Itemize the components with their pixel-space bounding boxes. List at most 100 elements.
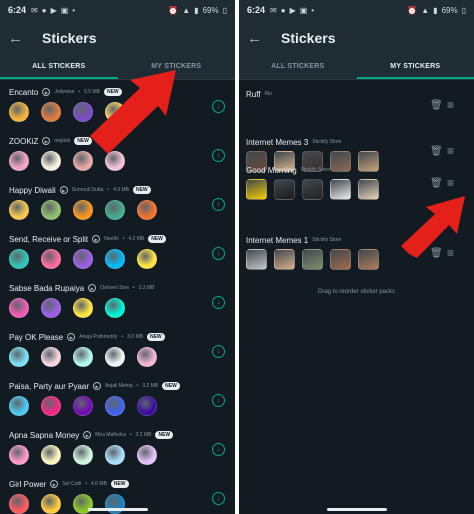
- sticker-thumbnail: [41, 102, 61, 122]
- sticker-preview-row: [9, 396, 229, 416]
- sticker-thumbnail: [9, 445, 29, 465]
- sticker-pack-header: Ruff Rio: [246, 88, 466, 100]
- meta-separator: •: [122, 236, 125, 242]
- sticker-pack-size: 3.2 MB: [142, 383, 159, 389]
- delete-icon[interactable]: 🗑: [430, 146, 443, 158]
- meta-separator: •: [136, 383, 139, 389]
- new-badge: NEW: [148, 235, 166, 243]
- sticker-thumbnail: [105, 298, 125, 318]
- drag-handle-icon[interactable]: ≡: [447, 99, 459, 111]
- meta-separator: •: [132, 285, 135, 291]
- sticker-thumbnail: [73, 445, 93, 465]
- animated-pack-icon: ▶: [83, 431, 92, 439]
- download-icon[interactable]: ↓: [212, 443, 225, 456]
- sticker-thumbnail: [358, 249, 379, 270]
- sticker-pack-name: Encanto: [9, 87, 39, 97]
- sticker-pack-author: Surnouli Dutta: [71, 187, 104, 193]
- sticker-thumbnail: [41, 445, 61, 465]
- drag-handle-icon[interactable]: ≡: [447, 177, 459, 189]
- more-notifications-icon: •: [72, 5, 76, 15]
- chat-icon: ●: [41, 5, 47, 15]
- sticker-thumbnail: [73, 298, 93, 318]
- animated-pack-icon: ▶: [88, 284, 97, 292]
- new-badge: NEW: [162, 382, 180, 390]
- sticker-pack-name: Send, Receive or Split: [9, 234, 89, 244]
- sticker-thumbnail: [9, 249, 29, 269]
- sticker-pack-header: Sabse Bada Rupaiya ▶ Osheen Siva • 3.3 MB: [9, 282, 229, 294]
- system-icons: ⏰ ▲ ▮ 69% ▯: [168, 6, 227, 15]
- annotation-arrow-drag-handle: [401, 196, 465, 258]
- sticker-preview-row: [9, 298, 229, 318]
- sticker-pack-header: Girl Power ▶ Sol Cotti • 4.6 MB NEW: [9, 478, 229, 490]
- sticker-pack-author: Stickify Store: [312, 237, 342, 243]
- drag-handle-icon[interactable]: ≡: [447, 145, 459, 157]
- back-arrow-icon[interactable]: ←: [247, 30, 269, 47]
- new-badge: NEW: [132, 186, 151, 194]
- new-badge: NEW: [110, 480, 129, 488]
- sticker-pack-size: 4.9 MB: [113, 187, 129, 193]
- battery-percent: 69%: [202, 5, 219, 15]
- sticker-thumbnail: [137, 200, 157, 220]
- animated-pack-icon: ▶: [59, 186, 68, 194]
- download-icon[interactable]: ↓: [212, 198, 225, 211]
- sticker-pack-item[interactable]: Send, Receive or Split ▶ Neethi • 4.2 MB NEW ↓: [9, 233, 229, 281]
- sticker-pack-item[interactable]: Sabse Bada Rupaiya ▶ Osheen Siva • 3.3 MB ↓: [9, 282, 229, 330]
- sticker-thumbnail: [9, 200, 29, 220]
- sticker-pack-author: Rio: [264, 91, 273, 97]
- download-icon[interactable]: ↓: [212, 100, 225, 113]
- sticker-pack-author: Stickify Store: [312, 139, 342, 145]
- my-sticker-pack-item[interactable]: Ruff Rio 🗑 ≡: [246, 88, 466, 112]
- home-gesture-pill[interactable]: [326, 507, 387, 511]
- battery-icon: ▯: [461, 5, 466, 15]
- sticker-thumbnail: [9, 151, 29, 171]
- notification-icons: ✉ ● ▶ ▣ •: [270, 6, 314, 15]
- download-icon[interactable]: ↓: [212, 394, 225, 407]
- sticker-thumbnail: [105, 249, 125, 269]
- delete-icon[interactable]: 🗑: [430, 178, 443, 190]
- sticker-pack-item[interactable]: Paisa, Party aur Pyaar ▶ Anjali Mehta • 3.2 …: [9, 380, 229, 428]
- sticker-preview-row: [9, 347, 229, 367]
- sticker-thumbnail: [41, 151, 61, 171]
- sticker-pack-name: Pay OK Please: [9, 332, 64, 342]
- play-store-icon: ▶: [50, 5, 57, 15]
- sticker-pack-header: Paisa, Party aur Pyaar ▶ Anjali Mehta • 3.2 …: [9, 380, 229, 392]
- sticker-pack-item[interactable]: Pay OK Please ▶ Anuja Pothireddy • 3.0 MB NEW…: [9, 331, 229, 379]
- sticker-thumbnail: [41, 200, 61, 220]
- delete-icon[interactable]: 🗑: [430, 100, 443, 112]
- alarm-icon: ⏰: [168, 5, 179, 15]
- sticker-pack-item[interactable]: Apna Sapna Money ▶ Mira Malhotra • 3.2 MB NEW…: [9, 429, 229, 477]
- download-icon[interactable]: ↓: [212, 296, 225, 309]
- screenshot-comparison: 6:24 ✉ ● ▶ ▣ • ⏰ ▲ ▮ 69% ▯ ← Stickers AL…: [0, 0, 474, 514]
- animated-pack-icon: ▶: [67, 333, 76, 341]
- sticker-thumbnail: [73, 200, 93, 220]
- tab-all-stickers[interactable]: ALL STICKERS: [239, 56, 357, 79]
- sticker-pack-author: mojitok: [54, 138, 71, 144]
- sticker-pack-item[interactable]: Happy Diwali ▶ Surnouli Dutta • 4.9 MB NEW ↓: [9, 184, 229, 232]
- download-icon[interactable]: ↓: [212, 247, 225, 260]
- tab-my-stickers[interactable]: MY STICKERS: [356, 56, 474, 79]
- sticker-pack-author: Mira Malhotra: [95, 432, 126, 438]
- sticker-thumbnail: [73, 347, 93, 367]
- sticker-thumbnail: [73, 249, 93, 269]
- wifi-icon: ▲: [182, 5, 191, 15]
- sticker-thumbnail: [41, 347, 61, 367]
- play-store-icon: ▶: [289, 5, 296, 15]
- sticker-pack-author: Anuja Pothireddy: [79, 334, 118, 340]
- sticker-pack-name: Sabse Bada Rupaiya: [9, 283, 85, 293]
- animated-pack-icon: ▶: [42, 137, 51, 145]
- download-icon[interactable]: ↓: [212, 345, 225, 358]
- sticker-thumbnail: [330, 249, 351, 270]
- sticker-pack-name: Girl Power: [9, 479, 47, 489]
- back-arrow-icon[interactable]: ←: [8, 30, 30, 47]
- download-icon[interactable]: ↓: [212, 149, 225, 162]
- message-icon: ✉: [31, 5, 38, 15]
- sticker-pack-name: Good Morning: [246, 165, 297, 175]
- sticker-thumbnail: [9, 347, 29, 367]
- sticker-thumbnail: [41, 396, 61, 416]
- animated-pack-icon: ▶: [92, 235, 101, 243]
- app-bar: ← Stickers: [0, 20, 235, 56]
- sticker-thumbnail: [302, 179, 323, 200]
- sticker-thumbnail: [137, 347, 157, 367]
- home-gesture-pill[interactable]: [87, 507, 148, 511]
- phone-my-stickers: 6:24 ✉ ● ▶ ▣ • ⏰ ▲ ▮ 69% ▯ ← Stickers AL…: [239, 0, 474, 514]
